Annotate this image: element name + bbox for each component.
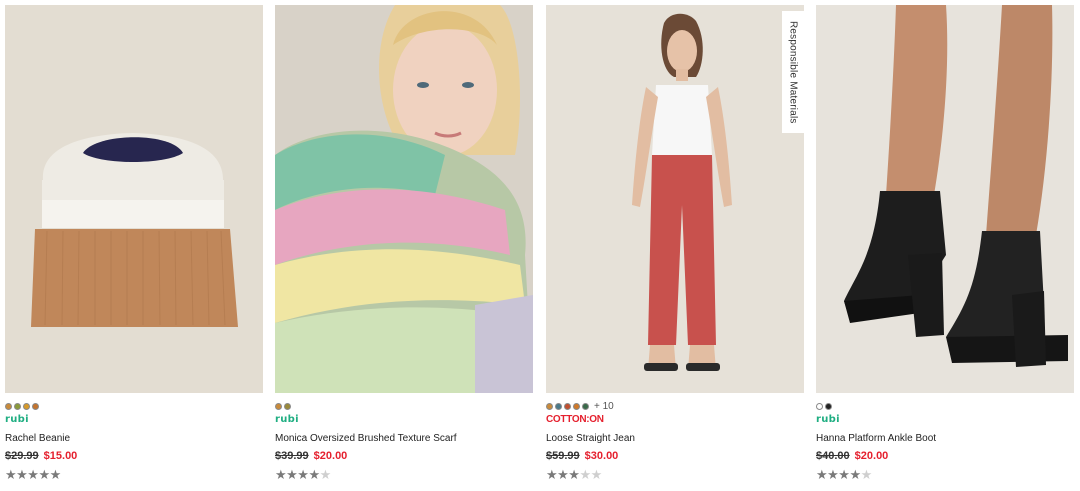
color-swatches: [275, 401, 291, 411]
boot-photo: [816, 5, 1074, 393]
product-name[interactable]: Monica Oversized Brushed Texture Scarf: [275, 433, 457, 444]
color-swatch[interactable]: [546, 402, 553, 410]
product-grid: rubi Rachel Beanie $29.99 $15.00 ★★★★★ r…: [5, 5, 1075, 491]
price-group: $40.00 $20.00: [816, 450, 888, 462]
original-price: $39.99: [275, 450, 309, 462]
color-swatch[interactable]: [14, 402, 21, 410]
sale-price: $20.00: [313, 450, 348, 462]
color-swatch[interactable]: [564, 402, 571, 410]
color-swatches: [5, 401, 39, 411]
more-colors-link[interactable]: + 10: [594, 401, 614, 412]
star-icon: ★★★★: [275, 467, 320, 482]
beanie-photo: [5, 5, 263, 393]
product-card[interactable]: Responsible Materials + 10 COTTON:ON Loo…: [546, 5, 804, 491]
color-swatch[interactable]: [284, 402, 291, 410]
color-swatch[interactable]: [816, 402, 823, 410]
brand-logo-cotton-on: COTTON:ON: [546, 414, 604, 425]
badge-label: Responsible Materials: [787, 20, 799, 124]
star-icon: ★★★★★: [5, 467, 61, 482]
star-rating: ★★★★★: [816, 467, 872, 483]
brand-logo-rubi: rubi: [816, 414, 840, 425]
star-rating: ★★★★★: [5, 467, 61, 483]
half-star-icon: ★: [319, 467, 332, 482]
color-swatch[interactable]: [32, 402, 39, 410]
color-swatch[interactable]: [582, 402, 589, 410]
sale-price: $30.00: [584, 450, 619, 462]
color-swatch[interactable]: [555, 402, 562, 410]
product-image-boot[interactable]: [816, 5, 1074, 393]
original-price: $29.99: [5, 450, 39, 462]
original-price: $59.99: [546, 450, 580, 462]
price-group: $39.99 $20.00: [275, 450, 347, 462]
star-icon: ★★★: [546, 467, 580, 482]
product-card[interactable]: rubi Rachel Beanie $29.99 $15.00 ★★★★★: [5, 5, 263, 491]
sale-price: $15.00: [43, 450, 78, 462]
product-card[interactable]: rubi Hanna Platform Ankle Boot $40.00 $2…: [816, 5, 1074, 491]
product-name[interactable]: Loose Straight Jean: [546, 433, 635, 444]
color-swatch[interactable]: [5, 402, 12, 410]
color-swatch[interactable]: [275, 402, 282, 410]
product-name[interactable]: Hanna Platform Ankle Boot: [816, 433, 936, 444]
color-swatch[interactable]: [825, 402, 832, 410]
original-price: $40.00: [816, 450, 850, 462]
product-card[interactable]: rubi Monica Oversized Brushed Texture Sc…: [275, 5, 533, 491]
star-rating: ★★★★★: [546, 467, 602, 483]
color-swatch[interactable]: [23, 402, 30, 410]
product-name[interactable]: Rachel Beanie: [5, 433, 70, 444]
product-image-beanie[interactable]: [5, 5, 263, 393]
color-swatch[interactable]: [573, 402, 580, 410]
brand-logo-rubi: rubi: [275, 414, 299, 425]
brand-logo-rubi: rubi: [5, 414, 29, 425]
empty-star-icon: ★★: [579, 467, 602, 482]
color-swatches: + 10: [546, 401, 614, 412]
color-swatches: [816, 401, 832, 411]
jean-photo: [546, 5, 804, 393]
price-group: $59.99 $30.00: [546, 450, 618, 462]
product-image-scarf[interactable]: [275, 5, 533, 393]
scarf-photo: [275, 5, 533, 393]
star-icon: ★★★★: [816, 467, 861, 482]
responsible-materials-badge: Responsible Materials: [782, 11, 804, 133]
half-star-icon: ★: [860, 467, 873, 482]
price-group: $29.99 $15.00: [5, 450, 77, 462]
sale-price: $20.00: [854, 450, 889, 462]
star-rating: ★★★★★: [275, 467, 331, 483]
product-image-jean[interactable]: Responsible Materials: [546, 5, 804, 393]
